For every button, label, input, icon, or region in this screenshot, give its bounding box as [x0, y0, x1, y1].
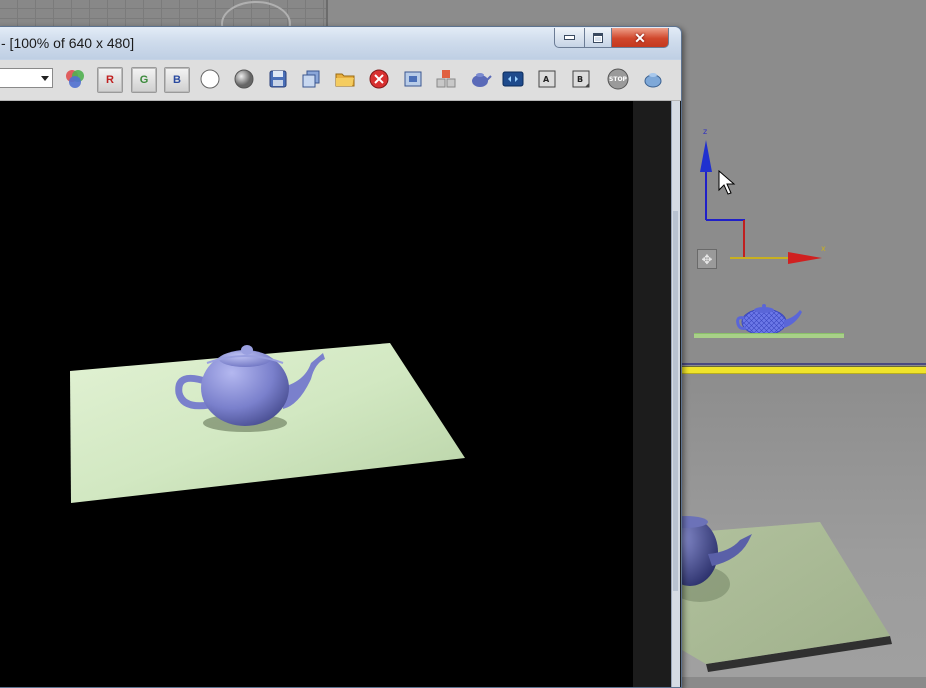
ground-plane-line: [694, 333, 844, 338]
chevron-down-icon: [41, 76, 49, 81]
minimize-icon: [564, 35, 575, 40]
mouse-cursor-icon: [718, 170, 736, 195]
svg-text:A: A: [543, 75, 550, 84]
region-icon[interactable]: [401, 67, 425, 91]
preview-teapot-icon[interactable]: [641, 67, 665, 91]
x-axis-label: x: [821, 244, 826, 253]
maximize-icon: [593, 32, 603, 43]
minimize-button[interactable]: [554, 28, 585, 48]
history-icon[interactable]: [501, 67, 525, 91]
close-button[interactable]: ✕: [611, 28, 669, 48]
frame-b-icon[interactable]: B: [569, 67, 593, 91]
red-channel-button[interactable]: R: [97, 67, 123, 93]
stop-button[interactable]: STOP: [606, 67, 630, 91]
maximize-button[interactable]: [584, 28, 612, 48]
gray-sphere-icon[interactable]: [232, 67, 256, 91]
vertical-scrollbar[interactable]: [671, 101, 680, 687]
z-axis-label: z: [703, 127, 708, 136]
render-scene: [70, 343, 465, 503]
svg-text:B: B: [577, 75, 583, 84]
render-toolbar: R G B A B STOP: [0, 60, 681, 101]
window-title: - [100% of 640 x 480]: [1, 35, 135, 51]
axis-tripod: [700, 140, 822, 264]
active-viewport-border: [680, 366, 926, 374]
green-channel-button[interactable]: G: [131, 67, 157, 93]
clear-icon[interactable]: [367, 67, 391, 91]
title-bar[interactable]: - [100% of 640 x 480] ✕: [0, 27, 681, 59]
color-channels-icon[interactable]: [63, 67, 87, 91]
save-icon[interactable]: [266, 67, 290, 91]
viewport-ring-icon: [221, 1, 291, 28]
channel-dropdown[interactable]: [0, 68, 53, 88]
close-icon: ✕: [634, 29, 646, 46]
teapot-render-icon[interactable]: [468, 67, 492, 91]
rendered-image[interactable]: [0, 101, 633, 687]
frame-a-icon[interactable]: A: [535, 67, 559, 91]
wireframe-teapot-icon: [736, 304, 802, 336]
viewport-divider: [680, 363, 926, 365]
stop-label: STOP: [609, 75, 627, 83]
white-circle-icon[interactable]: [198, 67, 222, 91]
scrollbar-thumb[interactable]: [673, 211, 678, 591]
clone-icon[interactable]: [299, 67, 323, 91]
blue-channel-button[interactable]: B: [164, 67, 190, 93]
rendered-frame-window[interactable]: - [100% of 640 x 480] ✕ R G B A B STOP: [0, 26, 682, 688]
move-gizmo-icon[interactable]: ✥: [697, 249, 717, 269]
track-icon[interactable]: [434, 67, 458, 91]
open-folder-icon[interactable]: [333, 67, 357, 91]
